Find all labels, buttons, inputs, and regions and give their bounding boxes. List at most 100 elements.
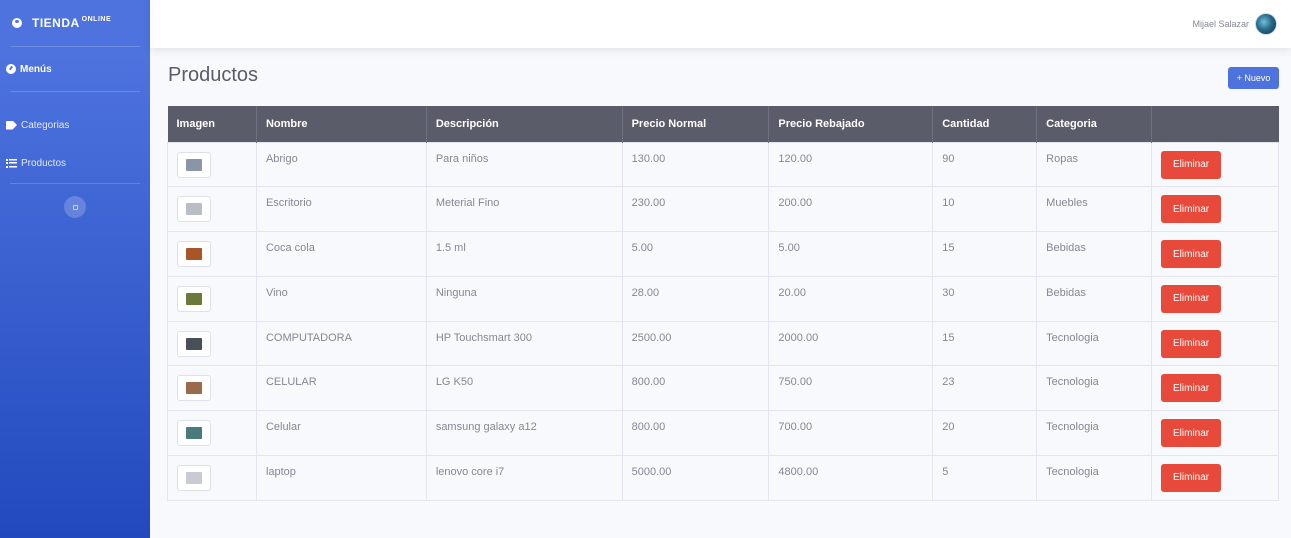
page-title: Productos	[168, 64, 259, 86]
sale-price-cell: 200.00	[768, 186, 934, 232]
product-thumbnail[interactable]	[177, 375, 211, 402]
quantity-cell: 10	[932, 186, 1038, 232]
table-row: Abrigo Para niños 130.00 120.00 90 Ropas Elimi…	[167, 141, 1279, 188]
sale-price-cell: 120.00	[768, 141, 934, 188]
table-row: CELULAR LG K50 800.00 750.00 23 Tecnologia Eli…	[167, 365, 1279, 411]
product-thumbnail[interactable]	[177, 330, 211, 357]
product-thumbnail[interactable]	[177, 464, 211, 491]
name-cell: Vino	[255, 275, 427, 322]
sidebar-toggle-button[interactable]	[64, 196, 86, 218]
column-header: Nombre	[256, 106, 427, 142]
sidebar: TIENDA ONLINE Menús Categorias Productos	[0, 0, 150, 538]
product-thumbnail[interactable]	[177, 420, 211, 446]
actions-cell: Eliminar	[1151, 454, 1279, 501]
sidebar-item-menus[interactable]: Menús	[0, 47, 150, 91]
column-header: Cantidad	[932, 106, 1038, 142]
user-name[interactable]: Mijael Salazar	[1192, 19, 1249, 29]
category-cell: Tecnologia	[1036, 365, 1153, 411]
delete-button[interactable]: Eliminar	[1161, 150, 1222, 179]
category-cell: Ropas	[1036, 141, 1153, 188]
name-cell: CELULAR	[255, 365, 427, 411]
category-cell: Muebles	[1036, 186, 1153, 232]
quantity-cell: 5	[932, 454, 1038, 501]
sale-price-cell: 4800.00	[768, 454, 934, 501]
sale-price-cell: 20.00	[768, 275, 934, 322]
table-row: Coca cola 1.5 ml 5.00 5.00 15 Bebidas Eliminar	[167, 231, 1279, 277]
sidebar-item-label: Productos	[21, 157, 67, 169]
price-cell: 800.00	[621, 410, 770, 456]
product-image	[186, 292, 202, 305]
description-cell: HP Touchsmart 300	[425, 320, 623, 367]
price-cell: 130.00	[621, 141, 770, 188]
actions-cell: Eliminar	[1151, 141, 1279, 188]
price-cell: 5000.00	[621, 454, 770, 501]
delete-button[interactable]: Eliminar	[1161, 195, 1222, 224]
new-product-button[interactable]: + Nuevo	[1228, 67, 1279, 89]
quantity-cell: 23	[932, 365, 1038, 411]
brand-name: TIENDA ONLINE	[32, 16, 112, 30]
quantity-cell: 15	[932, 320, 1038, 367]
sale-price-cell: 5.00	[768, 231, 934, 277]
name-cell: COMPUTADORA	[255, 320, 427, 367]
image-cell	[167, 454, 257, 501]
delete-button[interactable]: Eliminar	[1161, 419, 1222, 447]
price-cell: 5.00	[621, 231, 770, 277]
category-cell: Bebidas	[1036, 231, 1153, 277]
sidebar-divider	[10, 183, 140, 184]
table-row: laptop lenovo core i7 5000.00 4800.00 5 Tecno…	[167, 454, 1279, 501]
column-header: Categoria	[1036, 106, 1153, 142]
product-image	[186, 158, 202, 171]
description-cell: Meterial Fino	[425, 186, 623, 232]
category-cell: Tecnologia	[1036, 410, 1153, 456]
image-cell	[167, 186, 257, 232]
name-cell: Celular	[255, 410, 427, 456]
topbar: Mijael Salazar	[150, 0, 1291, 48]
sale-price-cell: 750.00	[768, 365, 934, 411]
description-cell: lenovo core i7	[425, 454, 623, 501]
table-row: Escritorio Meterial Fino 230.00 200.00 10 Mue…	[167, 186, 1279, 232]
sidebar-item-label: Menús	[20, 63, 52, 75]
quantity-cell: 30	[932, 275, 1038, 322]
toggle-icon	[72, 204, 78, 210]
product-image	[186, 203, 202, 216]
delete-button[interactable]: Eliminar	[1161, 329, 1222, 358]
name-cell: Abrigo	[255, 141, 427, 188]
quantity-cell: 20	[932, 410, 1038, 456]
quantity-cell: 90	[932, 141, 1038, 188]
image-cell	[167, 231, 257, 277]
sidebar-item-categorias[interactable]: Categorias	[0, 118, 150, 132]
image-cell	[167, 275, 257, 322]
dashboard-icon	[6, 64, 16, 74]
delete-button[interactable]: Eliminar	[1161, 374, 1222, 403]
actions-cell: Eliminar	[1151, 365, 1279, 411]
delete-button[interactable]: Eliminar	[1161, 240, 1222, 268]
delete-button[interactable]: Eliminar	[1161, 284, 1222, 313]
product-image	[186, 427, 202, 439]
product-thumbnail[interactable]	[177, 285, 211, 312]
description-cell: Ninguna	[425, 275, 623, 322]
product-thumbnail[interactable]	[177, 151, 211, 178]
description-cell: 1.5 ml	[425, 231, 623, 277]
product-thumbnail[interactable]	[177, 196, 211, 223]
brand[interactable]: TIENDA ONLINE	[0, 0, 150, 46]
avatar[interactable]	[1255, 13, 1277, 35]
category-cell: Tecnologia	[1036, 320, 1153, 367]
list-icon	[6, 158, 17, 168]
column-header: Imagen	[167, 106, 257, 142]
column-header: Descripción	[426, 106, 623, 142]
brand-logo-icon	[12, 18, 22, 28]
category-cell: Tecnologia	[1036, 454, 1153, 501]
table-row: Celular samsung galaxy a12 800.00 700.00 20 T…	[167, 410, 1279, 456]
delete-button[interactable]: Eliminar	[1161, 463, 1222, 492]
sidebar-item-productos[interactable]: Productos	[0, 156, 150, 170]
column-header: Precio Rebajado	[768, 106, 934, 142]
product-image	[186, 337, 202, 350]
sidebar-divider	[10, 91, 140, 92]
product-image	[186, 248, 202, 260]
product-thumbnail[interactable]	[177, 241, 211, 267]
sale-price-cell: 2000.00	[768, 320, 934, 367]
quantity-cell: 15	[932, 231, 1038, 277]
actions-cell: Eliminar	[1151, 186, 1279, 232]
price-cell: 28.00	[621, 275, 770, 322]
actions-cell: Eliminar	[1151, 410, 1279, 456]
